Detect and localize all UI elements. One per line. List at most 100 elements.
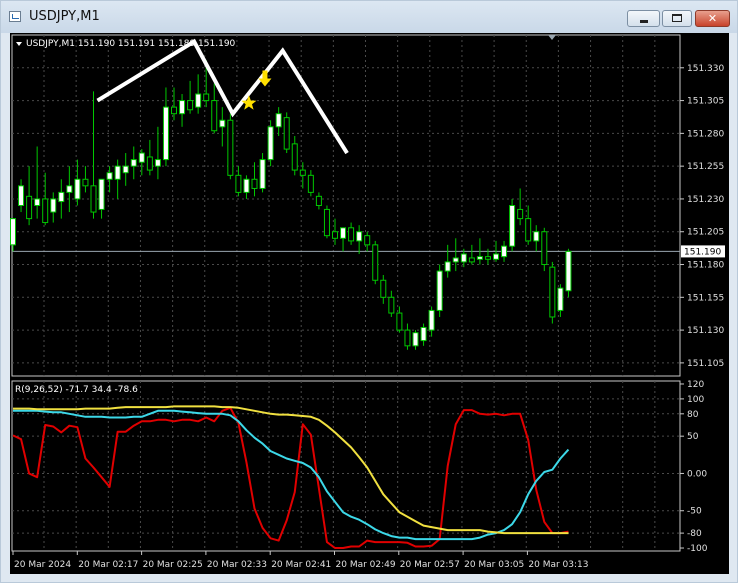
candle-body (259, 159, 266, 189)
candle-body (58, 191, 65, 203)
x-tick-label: 20 Mar 03:05 (464, 560, 524, 570)
close-button[interactable] (695, 10, 730, 27)
minimize-button[interactable] (627, 10, 660, 27)
price-tick-label: 151.230 (687, 195, 724, 205)
candle-body (468, 257, 475, 263)
price-tick-label: 151.305 (687, 97, 724, 107)
indicator-legend: R(9,26,52) -71.7 34.4 -78.6 (15, 385, 138, 395)
candle-body (525, 218, 532, 242)
candle-body (299, 169, 306, 176)
candle-body (557, 287, 564, 311)
window-title: USDJPY,M1 (29, 9, 100, 24)
sell-arrow-icon (258, 70, 272, 87)
x-tick-label: 20 Mar 02:57 (400, 560, 460, 570)
candle-body (187, 100, 194, 111)
candle-body (428, 309, 435, 331)
terminal-window: USDJPY,M1 20 Mar 2024 20 Mar 02:17 20 Mar … (0, 0, 738, 583)
candle-body (388, 296, 395, 314)
candle-body (179, 100, 186, 115)
title-bar[interactable]: USDJPY,M1 (1, 1, 737, 33)
candle-body (476, 256, 483, 260)
indicator-series-red (12, 406, 569, 549)
candle-body (452, 257, 459, 263)
candle-body (315, 195, 322, 206)
candle-body (517, 208, 524, 220)
candle-body (436, 270, 443, 311)
candle-body (460, 253, 467, 263)
candle-body (50, 198, 57, 213)
x-tick-label: 20 Mar 02:17 (78, 560, 138, 570)
indicator-tick-label: -80 (687, 529, 702, 539)
candle-body (420, 326, 427, 342)
x-tick-label: 20 Mar 02:33 (207, 560, 267, 570)
candle-body (10, 218, 16, 246)
x-tick-label: 20 Mar 02:41 (271, 560, 331, 570)
indicator-tick-label: 80 (687, 410, 699, 420)
price-tick-label: 151.330 (687, 64, 724, 74)
candle-body (323, 208, 330, 237)
candle-body (114, 165, 121, 180)
x-tick-label: 20 Mar 03:13 (528, 560, 588, 570)
candle-body (484, 256, 491, 260)
candle-body (90, 185, 97, 213)
candle-body (348, 227, 355, 242)
candle-body (42, 198, 49, 224)
candle-body (34, 198, 41, 206)
candle-body (162, 106, 169, 161)
maximize-button[interactable] (662, 10, 692, 27)
x-tick-label: 20 Mar 2024 (14, 560, 71, 570)
indicator-tick-label: 50 (687, 432, 699, 442)
legend-dropdown-icon (16, 42, 22, 46)
candle-body (404, 329, 411, 347)
candle-body (565, 250, 572, 292)
candle-body (380, 279, 387, 298)
candle-body (18, 185, 25, 206)
indicator-tick-label: -50 (687, 507, 702, 517)
price-tick-label: 151.180 (687, 261, 724, 271)
candle-body (106, 172, 113, 180)
current-price-label: 151.190 (684, 247, 721, 257)
x-tick-label: 20 Mar 02:49 (336, 560, 396, 570)
candle-body (171, 106, 177, 115)
candle-body (211, 100, 218, 132)
chart-shift-icon[interactable] (548, 35, 556, 40)
candle-body (533, 231, 540, 242)
candle-body (307, 174, 314, 193)
price-tick-label: 151.130 (687, 326, 724, 336)
candle-body (493, 253, 499, 260)
candle-body (549, 266, 556, 318)
candle-body (243, 178, 250, 193)
price-chart[interactable]: 20 Mar 2024 20 Mar 02:17 20 Mar 02:25 20 Ma… (10, 33, 729, 574)
candle-body (372, 244, 379, 281)
price-tick-label: 151.205 (687, 228, 724, 238)
candle-body (130, 159, 137, 167)
candle-body (340, 227, 347, 239)
candle-body (364, 235, 371, 246)
chart-area[interactable]: 20 Mar 2024 20 Mar 02:17 20 Mar 02:25 20 Ma… (10, 33, 729, 574)
candle-body (332, 231, 338, 239)
price-tick-label: 151.280 (687, 129, 724, 139)
candle-body (203, 93, 210, 102)
candle-body (356, 231, 363, 242)
indicator-tick-label: 120 (687, 380, 704, 390)
candle-body (235, 174, 242, 193)
candle-body (396, 312, 403, 331)
price-tick-label: 151.105 (687, 359, 724, 369)
candle-body (195, 93, 202, 108)
candle-body (227, 119, 234, 176)
candle-body (509, 205, 516, 247)
indicator-tick-label: 0.00 (687, 469, 707, 479)
candle-body (154, 159, 161, 167)
candle-body (26, 195, 33, 220)
candle-body (219, 119, 226, 128)
candle-body (251, 178, 258, 189)
chart-window-icon (9, 11, 21, 22)
indicator-tick-label: 100 (687, 395, 704, 405)
candle-body (74, 178, 81, 200)
candle-body (98, 178, 105, 210)
candle-body (82, 178, 89, 187)
indicator-series-cyan (13, 409, 570, 541)
price-tick-label: 151.155 (687, 293, 724, 303)
symbol-legend: USDJPY,M1 151.190 151.191 151.189 151.19… (26, 39, 236, 49)
candle-body (66, 185, 73, 193)
